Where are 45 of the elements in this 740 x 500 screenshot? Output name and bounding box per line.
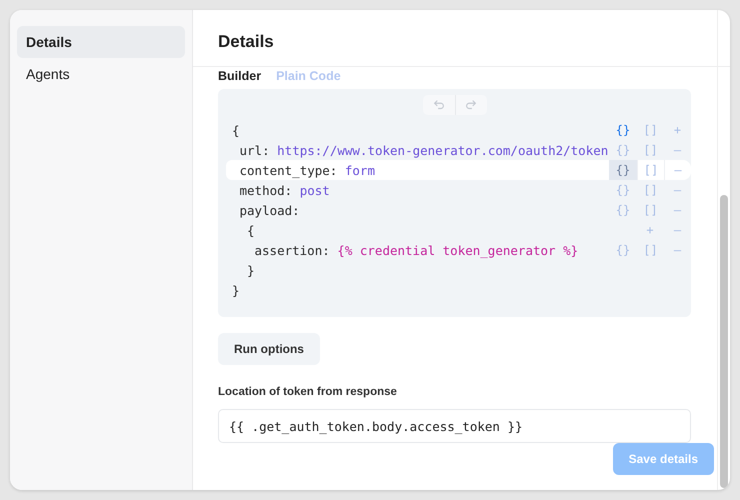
editor-tab[interactable]: Builder — [218, 68, 262, 84]
code-brace: } — [247, 262, 255, 278]
code-action-button[interactable]: [] — [637, 180, 664, 200]
code-action-button[interactable]: {} — [609, 140, 637, 160]
code-action-button[interactable]: {} — [609, 120, 637, 140]
scrollbar-thumb[interactable] — [720, 195, 728, 488]
code-value: {% credential token_generator %} — [337, 242, 578, 258]
code-key: assertion: — [254, 242, 330, 258]
code-action-button[interactable]: + — [664, 120, 691, 140]
redo-arrow-icon — [466, 100, 476, 110]
sidebar-item[interactable]: Details — [17, 26, 185, 58]
page-title: Details — [218, 32, 274, 52]
code-action-button[interactable]: [] — [637, 140, 664, 160]
selected-row[interactable]: content_type: form {} [] — — [226, 160, 691, 180]
code-value: post — [300, 182, 330, 198]
code-action-button[interactable]: {} — [609, 240, 637, 260]
editor-tab[interactable]: Plain Code — [276, 68, 341, 84]
code-action-button[interactable]: [] — [637, 120, 664, 140]
field-label: Location of token from response — [218, 386, 398, 400]
code-action-button[interactable]: [] — [637, 200, 664, 220]
code-key: content_type: — [240, 162, 338, 178]
code-action-button[interactable]: — — [664, 140, 691, 160]
code-action-button[interactable]: — — [664, 180, 691, 200]
input-field[interactable]: {{ .get_auth_token.body.access_token }} — [218, 409, 691, 443]
code-action-button[interactable]: — — [664, 200, 691, 220]
run-options-button[interactable]: Run options — [218, 333, 320, 365]
code-brace: { — [232, 122, 240, 138]
code-action-button[interactable]: [] — [637, 240, 664, 260]
code-action-button[interactable]: — — [664, 160, 691, 180]
code-action-button[interactable]: + — [636, 220, 664, 240]
code-action-button[interactable]: [] — [637, 160, 664, 180]
code-action-button[interactable]: — — [664, 220, 691, 240]
code-key: method: — [240, 182, 292, 198]
code-value: form — [344, 162, 375, 178]
code-key: url: — [240, 142, 270, 158]
code-action-button[interactable]: — — [664, 240, 691, 260]
code-key: payload: — [240, 202, 300, 218]
code-action-button[interactable]: {} — [609, 200, 637, 220]
code-action-button[interactable]: {} — [609, 180, 637, 200]
code-action-button[interactable]: {} — [609, 160, 637, 180]
code-brace: } — [232, 282, 240, 298]
code-value: https://www.token-generator.com/oauth2/token — [277, 142, 608, 158]
undo-arrow-icon — [434, 100, 444, 110]
code-brace: { — [247, 222, 255, 238]
sidebar-item[interactable]: Agents — [17, 58, 185, 90]
